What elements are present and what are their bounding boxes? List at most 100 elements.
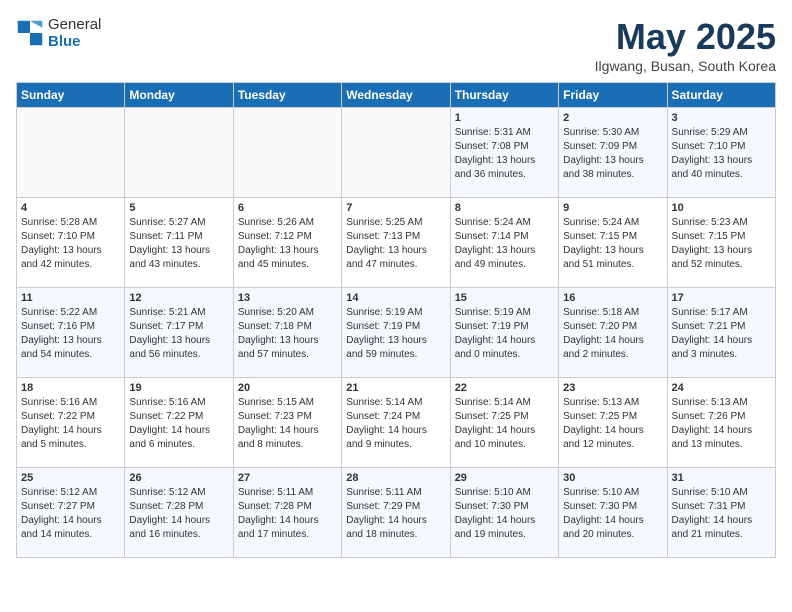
day-number: 31 (672, 472, 771, 484)
day-number: 12 (129, 292, 228, 304)
calendar-cell: 27 Sunrise: 5:11 AMSunset: 7:28 PMDayligh… (233, 468, 341, 558)
day-number: 13 (238, 292, 337, 304)
weekday-header-saturday: Saturday (667, 83, 775, 108)
calendar-cell (342, 108, 450, 198)
day-info: Sunrise: 5:30 AMSunset: 7:09 PMDaylight:… (563, 126, 662, 182)
calendar-cell: 11 Sunrise: 5:22 AMSunset: 7:16 PMDayligh… (17, 288, 125, 378)
calendar-cell: 20 Sunrise: 5:15 AMSunset: 7:23 PMDayligh… (233, 378, 341, 468)
calendar-cell: 1Sunrise: 5:31 AMSunset: 7:08 PMDaylight… (450, 108, 558, 198)
calendar-cell: 25Sunrise: 5:12 AMSunset: 7:27 PMDayligh… (17, 468, 125, 558)
calendar-cell: 28Sunrise: 5:11 AMSunset: 7:29 PMDayligh… (342, 468, 450, 558)
calendar-cell: 13 Sunrise: 5:20 AMSunset: 7:18 PMDayligh… (233, 288, 341, 378)
day-number: 19 (129, 382, 228, 394)
calendar-week-5: 25Sunrise: 5:12 AMSunset: 7:27 PMDayligh… (17, 468, 776, 558)
day-number: 5 (129, 202, 228, 214)
day-info: Sunrise: 5:10 AMSunset: 7:30 PMDaylight:… (563, 486, 662, 542)
day-info: Sunrise: 5:16 AMSunset: 7:22 PMDaylight:… (21, 396, 120, 452)
calendar-table: SundayMondayTuesdayWednesdayThursdayFrid… (16, 82, 776, 558)
calendar-cell: 23 Sunrise: 5:13 AMSunset: 7:25 PMDayligh… (559, 378, 667, 468)
location: Ilgwang, Busan, South Korea (595, 58, 776, 74)
calendar-cell (125, 108, 233, 198)
day-info: Sunrise: 5:26 AMSunset: 7:12 PMDaylight:… (238, 216, 337, 272)
day-info: Sunrise: 5:28 AMSunset: 7:10 PMDaylight:… (21, 216, 120, 272)
month-title: May 2025 (595, 16, 776, 58)
day-number: 11 (21, 292, 120, 304)
day-number: 26 (129, 472, 228, 484)
calendar-week-2: 4 Sunrise: 5:28 AMSunset: 7:10 PMDaylight… (17, 198, 776, 288)
day-number: 25 (21, 472, 120, 484)
calendar-cell: 12 Sunrise: 5:21 AMSunset: 7:17 PMDayligh… (125, 288, 233, 378)
day-number: 27 (238, 472, 337, 484)
calendar-cell: 9 Sunrise: 5:24 AMSunset: 7:15 PMDaylight… (559, 198, 667, 288)
calendar-cell: 6 Sunrise: 5:26 AMSunset: 7:12 PMDaylight… (233, 198, 341, 288)
calendar-cell: 5 Sunrise: 5:27 AMSunset: 7:11 PMDaylight… (125, 198, 233, 288)
day-number: 24 (672, 382, 771, 394)
day-number: 6 (238, 202, 337, 214)
day-info: Sunrise: 5:24 AMSunset: 7:15 PMDaylight:… (563, 216, 662, 272)
day-number: 17 (672, 292, 771, 304)
day-info: Sunrise: 5:29 AMSunset: 7:10 PMDaylight:… (672, 126, 771, 182)
calendar-cell: 10 Sunrise: 5:23 AMSunset: 7:15 PMDayligh… (667, 198, 775, 288)
weekday-header-friday: Friday (559, 83, 667, 108)
logo-blue: Blue (48, 33, 101, 50)
weekday-header-tuesday: Tuesday (233, 83, 341, 108)
calendar-cell: 31Sunrise: 5:10 AMSunset: 7:31 PMDayligh… (667, 468, 775, 558)
day-number: 15 (455, 292, 554, 304)
day-info: Sunrise: 5:13 AMSunset: 7:26 PMDaylight:… (672, 396, 771, 452)
calendar-cell: 26 Sunrise: 5:12 AMSunset: 7:28 PMDayligh… (125, 468, 233, 558)
calendar-cell: 7 Sunrise: 5:25 AMSunset: 7:13 PMDaylight… (342, 198, 450, 288)
calendar-cell: 29Sunrise: 5:10 AMSunset: 7:30 PMDayligh… (450, 468, 558, 558)
day-info: Sunrise: 5:25 AMSunset: 7:13 PMDaylight:… (346, 216, 445, 272)
day-info: Sunrise: 5:22 AMSunset: 7:16 PMDaylight:… (21, 306, 120, 362)
calendar-cell: 24 Sunrise: 5:13 AMSunset: 7:26 PMDayligh… (667, 378, 775, 468)
day-info: Sunrise: 5:13 AMSunset: 7:25 PMDaylight:… (563, 396, 662, 452)
calendar-cell: 15 Sunrise: 5:19 AMSunset: 7:19 PMDayligh… (450, 288, 558, 378)
weekday-header-row: SundayMondayTuesdayWednesdayThursdayFrid… (17, 83, 776, 108)
calendar-cell (233, 108, 341, 198)
calendar-cell: 22Sunrise: 5:14 AMSunset: 7:25 PMDayligh… (450, 378, 558, 468)
day-number: 2 (563, 112, 662, 124)
title-block: May 2025 Ilgwang, Busan, South Korea (595, 16, 776, 74)
day-number: 10 (672, 202, 771, 214)
day-number: 7 (346, 202, 445, 214)
page-header: General Blue May 2025 Ilgwang, Busan, So… (16, 16, 776, 74)
calendar-cell: 16Sunrise: 5:18 AMSunset: 7:20 PMDayligh… (559, 288, 667, 378)
day-number: 21 (346, 382, 445, 394)
day-info: Sunrise: 5:10 AMSunset: 7:30 PMDaylight:… (455, 486, 554, 542)
day-info: Sunrise: 5:19 AMSunset: 7:19 PMDaylight:… (455, 306, 554, 362)
calendar-week-4: 18 Sunrise: 5:16 AMSunset: 7:22 PMDayligh… (17, 378, 776, 468)
day-info: Sunrise: 5:27 AMSunset: 7:11 PMDaylight:… (129, 216, 228, 272)
day-info: Sunrise: 5:31 AMSunset: 7:08 PMDaylight:… (455, 126, 554, 182)
calendar-cell: 8Sunrise: 5:24 AMSunset: 7:14 PMDaylight… (450, 198, 558, 288)
day-info: Sunrise: 5:19 AMSunset: 7:19 PMDaylight:… (346, 306, 445, 362)
day-info: Sunrise: 5:20 AMSunset: 7:18 PMDaylight:… (238, 306, 337, 362)
day-info: Sunrise: 5:24 AMSunset: 7:14 PMDaylight:… (455, 216, 554, 272)
day-number: 23 (563, 382, 662, 394)
day-info: Sunrise: 5:14 AMSunset: 7:24 PMDaylight:… (346, 396, 445, 452)
day-info: Sunrise: 5:12 AMSunset: 7:28 PMDaylight:… (129, 486, 228, 542)
calendar-cell: 4 Sunrise: 5:28 AMSunset: 7:10 PMDaylight… (17, 198, 125, 288)
logo-icon (16, 19, 44, 47)
day-number: 18 (21, 382, 120, 394)
calendar-cell (17, 108, 125, 198)
day-number: 20 (238, 382, 337, 394)
day-number: 9 (563, 202, 662, 214)
day-info: Sunrise: 5:14 AMSunset: 7:25 PMDaylight:… (455, 396, 554, 452)
day-info: Sunrise: 5:23 AMSunset: 7:15 PMDaylight:… (672, 216, 771, 272)
logo: General Blue (16, 16, 101, 50)
calendar-cell: 21 Sunrise: 5:14 AMSunset: 7:24 PMDayligh… (342, 378, 450, 468)
calendar-cell: 30Sunrise: 5:10 AMSunset: 7:30 PMDayligh… (559, 468, 667, 558)
calendar-cell: 14Sunrise: 5:19 AMSunset: 7:19 PMDayligh… (342, 288, 450, 378)
day-info: Sunrise: 5:15 AMSunset: 7:23 PMDaylight:… (238, 396, 337, 452)
day-info: Sunrise: 5:16 AMSunset: 7:22 PMDaylight:… (129, 396, 228, 452)
calendar-week-3: 11 Sunrise: 5:22 AMSunset: 7:16 PMDayligh… (17, 288, 776, 378)
weekday-header-sunday: Sunday (17, 83, 125, 108)
day-number: 16 (563, 292, 662, 304)
calendar-cell: 2 Sunrise: 5:30 AMSunset: 7:09 PMDaylight… (559, 108, 667, 198)
day-number: 4 (21, 202, 120, 214)
calendar-cell: 17 Sunrise: 5:17 AMSunset: 7:21 PMDayligh… (667, 288, 775, 378)
day-info: Sunrise: 5:17 AMSunset: 7:21 PMDaylight:… (672, 306, 771, 362)
day-info: Sunrise: 5:21 AMSunset: 7:17 PMDaylight:… (129, 306, 228, 362)
day-info: Sunrise: 5:11 AMSunset: 7:28 PMDaylight:… (238, 486, 337, 542)
day-number: 28 (346, 472, 445, 484)
